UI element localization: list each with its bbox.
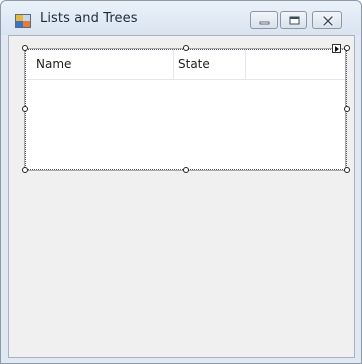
title-bar[interactable]: Lists and Trees [1, 1, 361, 35]
resize-handle-top[interactable] [183, 45, 189, 51]
column-header-name[interactable]: Name [25, 49, 174, 79]
list-view-header: Name State [25, 49, 345, 80]
resize-handle-left[interactable] [22, 106, 28, 112]
list-view[interactable]: Name State [24, 48, 346, 171]
close-icon [322, 15, 334, 27]
resize-handle-bottom[interactable] [183, 167, 189, 173]
resize-handle-bottom-left[interactable] [22, 167, 28, 173]
minimize-button[interactable] [250, 11, 278, 29]
close-button[interactable] [312, 11, 342, 29]
resize-handle-bottom-right[interactable] [344, 167, 350, 173]
minimize-icon [259, 21, 270, 25]
column-header-state[interactable]: State [174, 49, 246, 79]
smart-tag-arrow-icon[interactable] [332, 44, 341, 53]
maximize-button[interactable] [280, 11, 307, 29]
resize-handle-right[interactable] [344, 106, 350, 112]
maximize-icon [289, 16, 300, 25]
form-icon [15, 13, 31, 28]
resize-handle-top-right[interactable] [344, 45, 350, 51]
resize-handle-top-left[interactable] [22, 45, 28, 51]
window-title: Lists and Trees [40, 11, 138, 26]
